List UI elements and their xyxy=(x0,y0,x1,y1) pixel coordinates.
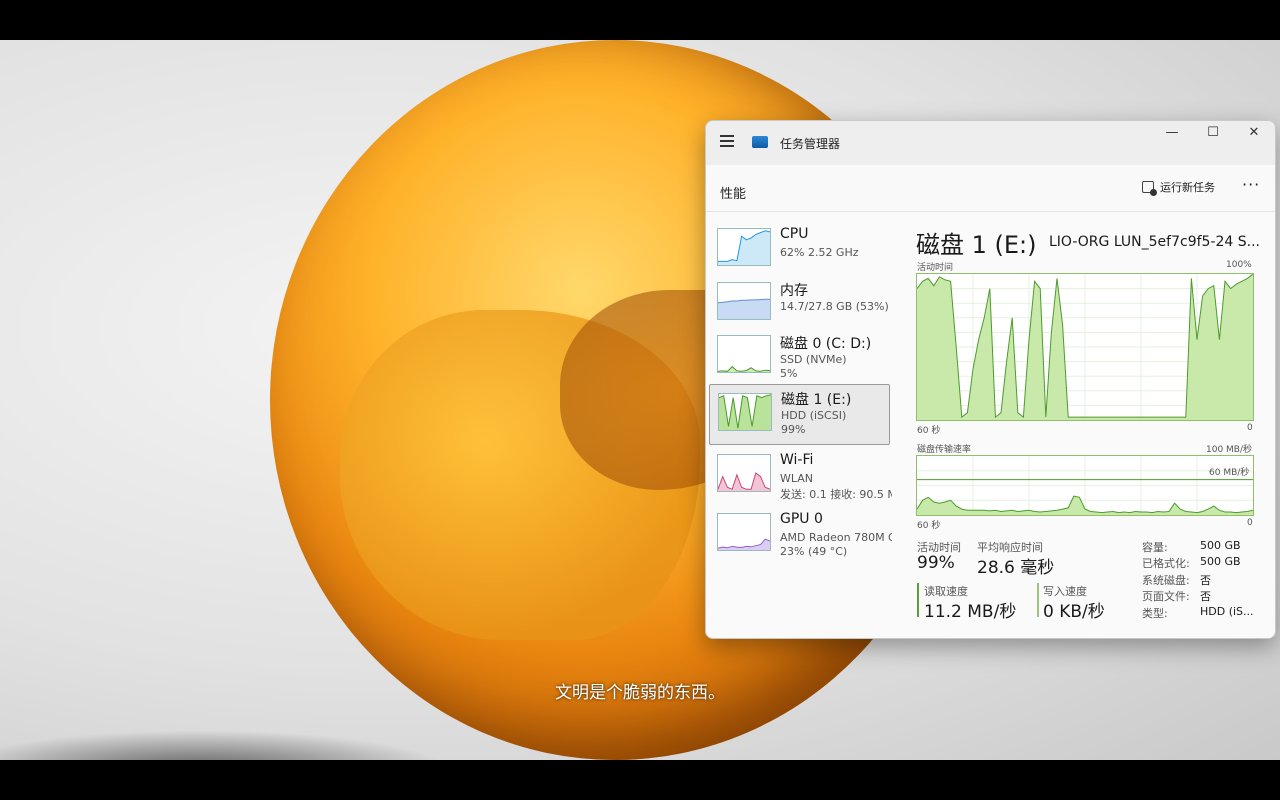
sidebar-item-label: 磁盘 1 (E:) xyxy=(781,392,852,408)
letterbox-bottom xyxy=(0,760,1280,800)
formatted-key: 已格式化: xyxy=(1142,557,1190,570)
type-value: HDD (iS... xyxy=(1200,605,1254,618)
active-time-value: 99% xyxy=(917,553,955,573)
sidebar-item-label: Wi-Fi xyxy=(780,452,814,468)
capacity-key: 容量: xyxy=(1142,541,1168,554)
minimize-button[interactable]: — xyxy=(1152,121,1192,149)
disk0-sparkline xyxy=(717,335,771,373)
wifi-sparkline xyxy=(717,454,771,492)
sidebar-item-detail: AMD Radeon 780M Graphics xyxy=(780,531,892,544)
sparkline-line xyxy=(718,365,770,372)
transfer-graph-label: 磁盘传输速率 xyxy=(917,445,972,455)
response-time-value: 28.6 毫秒 xyxy=(977,558,1055,578)
run-new-task-button[interactable]: 运行新任务 xyxy=(1142,179,1215,196)
sidebar-item-value: 发送: 0.1 接收: 90.5 Mbps xyxy=(780,488,892,501)
write-speed-value: 0 KB/秒 xyxy=(1043,602,1105,622)
transfer-rate-chart xyxy=(917,456,1253,515)
task-manager-app-icon xyxy=(752,136,768,148)
sidebar-item-value: 99% xyxy=(781,423,806,436)
video-subtitle: 文明是个脆弱的东西。 xyxy=(555,683,725,703)
sidebar-item-detail: WLAN xyxy=(780,472,814,485)
letterbox-top xyxy=(0,0,1280,40)
read-speed-bar xyxy=(917,583,919,617)
activity-x-left: 60 秒 xyxy=(917,426,941,436)
sidebar-item-disk-0[interactable]: 磁盘 0 (C: D:) SSD (NVMe) 5% xyxy=(709,329,890,386)
video-shadow xyxy=(0,730,450,760)
sidebar-item-value: 23% (49 °C) xyxy=(780,545,848,558)
window-title: 任务管理器 xyxy=(780,137,841,151)
title-bar[interactable]: 任务管理器 — ☐ ✕ xyxy=(706,121,1275,165)
transfer-ref-label: 60 MB/秒 xyxy=(1209,468,1250,478)
transfer-rate-graph: 60 MB/秒 xyxy=(916,455,1254,516)
transfer-x-right: 0 xyxy=(1247,518,1253,528)
sparkline-area xyxy=(718,230,770,265)
activity-time-chart xyxy=(917,274,1253,420)
disk-model: LIO-ORG LUN_5ef7c9f5-24 S... xyxy=(1049,234,1260,250)
transfer-graph-max: 100 MB/秒 xyxy=(1206,445,1253,455)
sidebar-item-cpu[interactable]: CPU 62% 2.52 GHz xyxy=(709,222,890,279)
run-new-task-label: 运行新任务 xyxy=(1160,181,1215,194)
task-manager-window: 任务管理器 — ☐ ✕ 性能 运行新任务 ··· CPU 62% 2.52 GH… xyxy=(705,120,1276,639)
sidebar-item-memory[interactable]: 内存 14.7/27.8 GB (53%) xyxy=(709,276,890,333)
write-speed-bar xyxy=(1037,583,1039,617)
type-key: 类型: xyxy=(1142,607,1168,620)
page-file-key: 页面文件: xyxy=(1142,590,1190,603)
formatted-value: 500 GB xyxy=(1200,555,1241,568)
sidebar-item-label: 内存 xyxy=(780,283,808,299)
sparkline-area xyxy=(718,539,770,550)
sidebar-item-value: 5% xyxy=(780,367,798,380)
disk-detail-panel: 磁盘 1 (E:) LIO-ORG LUN_5ef7c9f5-24 S... 活… xyxy=(916,212,1266,638)
page-title: 性能 xyxy=(720,187,747,202)
sidebar-item-detail: 62% 2.52 GHz xyxy=(780,246,859,259)
disk1-sparkline xyxy=(718,393,772,431)
transfer-x-left: 60 秒 xyxy=(917,521,941,531)
toolbar: 性能 运行新任务 ··· xyxy=(706,165,1275,212)
sidebar-item-wifi[interactable]: Wi-Fi WLAN 发送: 0.1 接收: 90.5 Mbps xyxy=(709,448,892,505)
maximize-button[interactable]: ☐ xyxy=(1193,121,1233,149)
cpu-sparkline xyxy=(717,228,771,266)
sidebar-item-gpu-0[interactable]: GPU 0 AMD Radeon 780M Graphics 23% (49 °… xyxy=(709,507,892,564)
gpu-sparkline xyxy=(717,513,771,551)
sidebar-item-label: GPU 0 xyxy=(780,511,823,527)
disk-title: 磁盘 1 (E:) xyxy=(916,231,1037,259)
sidebar-item-detail: HDD (iSCSI) xyxy=(781,409,847,422)
activity-graph-label: 活动时间 xyxy=(917,263,954,273)
more-options-button[interactable]: ··· xyxy=(1242,175,1260,194)
sidebar-item-disk-1[interactable]: 磁盘 1 (E:) HDD (iSCSI) 99% xyxy=(709,384,890,445)
sidebar-item-label: CPU xyxy=(780,226,809,242)
sidebar-item-detail: 14.7/27.8 GB (53%) xyxy=(780,300,889,313)
menu-icon[interactable] xyxy=(720,135,734,147)
system-disk-value: 否 xyxy=(1200,574,1211,587)
page-file-value: 否 xyxy=(1200,590,1211,603)
sidebar-item-detail: SSD (NVMe) xyxy=(780,353,847,366)
read-speed-value: 11.2 MB/秒 xyxy=(924,602,1017,622)
activity-x-right: 0 xyxy=(1247,423,1253,433)
close-button[interactable]: ✕ xyxy=(1234,121,1274,149)
system-disk-key: 系统磁盘: xyxy=(1142,574,1190,587)
capacity-value: 500 GB xyxy=(1200,539,1241,552)
memory-sparkline xyxy=(717,282,771,320)
activity-graph-max: 100% xyxy=(1226,260,1252,270)
sidebar-item-label: 磁盘 0 (C: D:) xyxy=(780,336,872,352)
activity-time-graph xyxy=(916,273,1254,421)
performance-content: CPU 62% 2.52 GHz 内存 14.7/27.8 GB (53%) 磁… xyxy=(706,212,1275,638)
run-task-icon xyxy=(1142,181,1157,196)
